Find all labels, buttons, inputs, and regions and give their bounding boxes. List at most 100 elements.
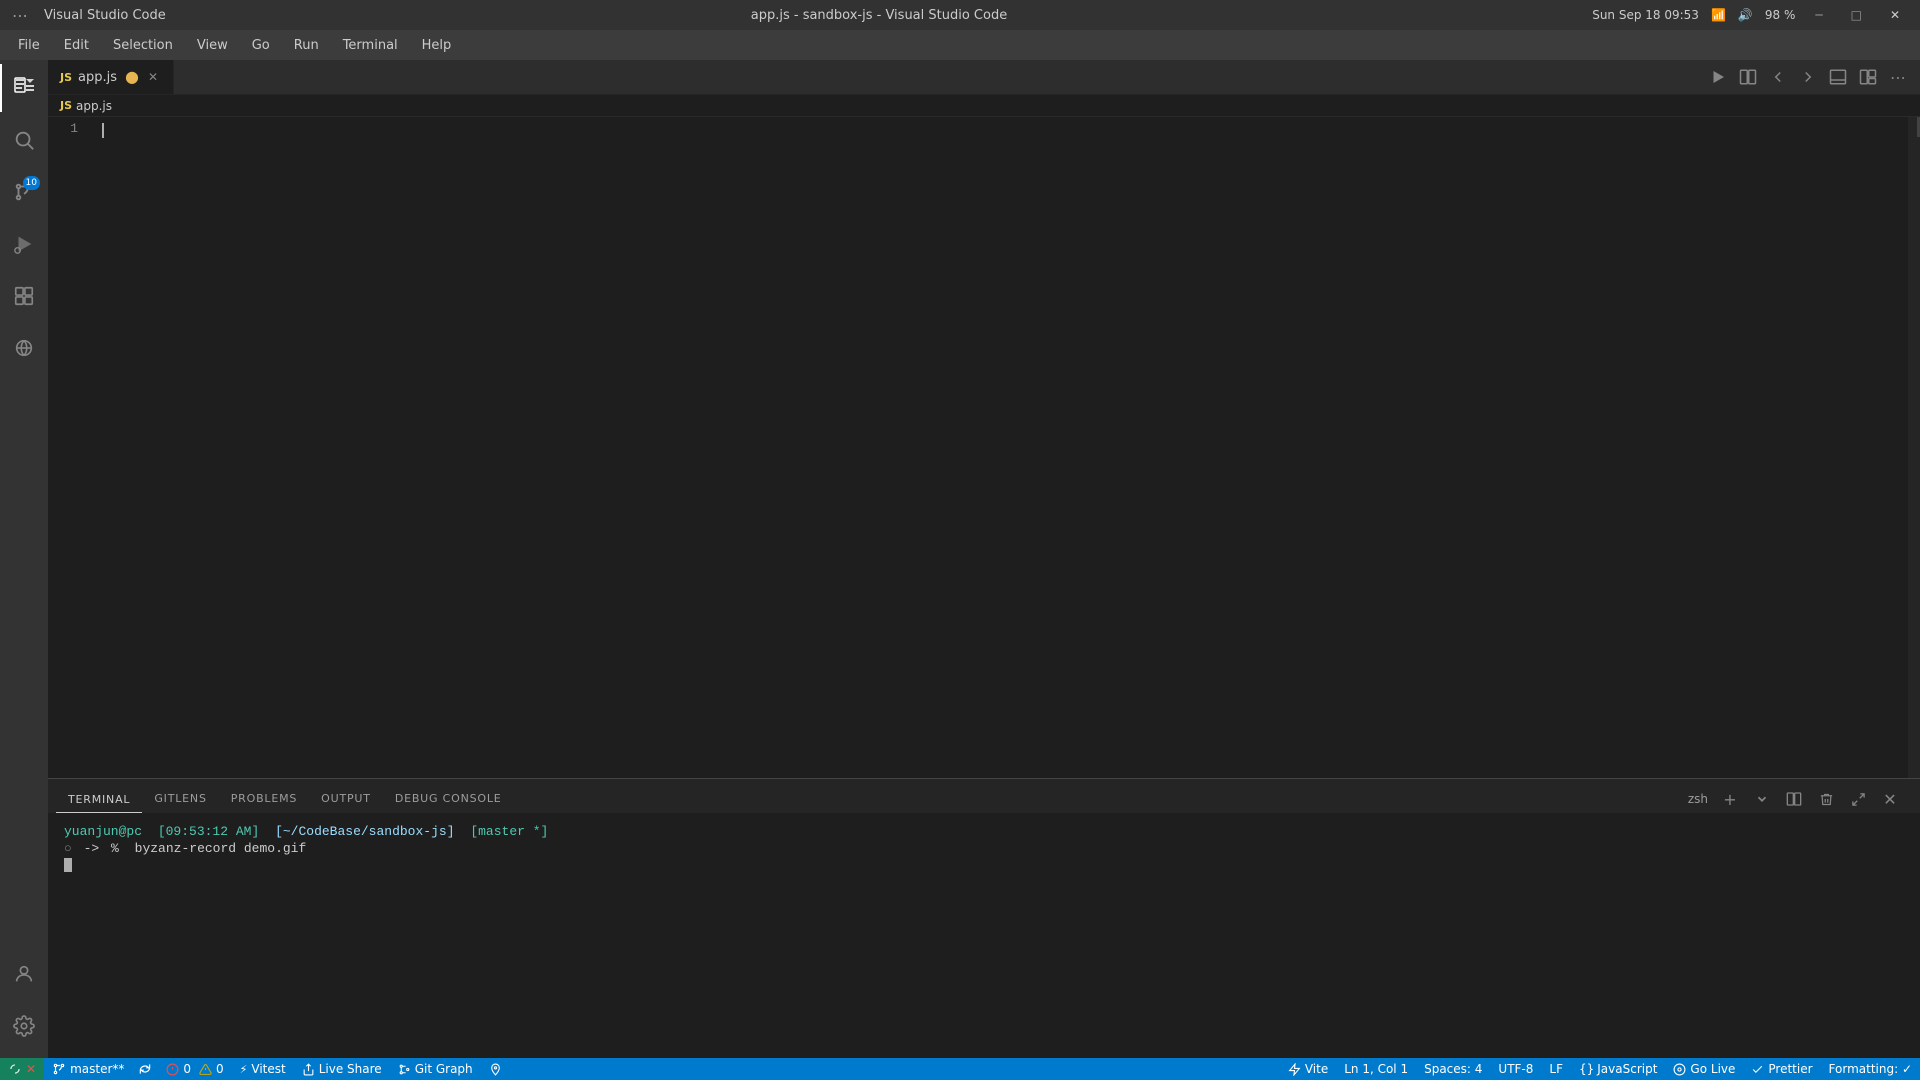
warning-icon — [199, 1063, 212, 1076]
menu-run[interactable]: Run — [284, 34, 329, 57]
menu-selection[interactable]: Selection — [103, 34, 183, 57]
status-formatting[interactable]: Formatting: ✓ — [1821, 1058, 1920, 1080]
activity-bar: 10 — [0, 60, 48, 1058]
split-editor-button[interactable] — [1734, 63, 1762, 91]
activity-bottom — [0, 950, 48, 1058]
status-errors[interactable]: 0 0 — [158, 1058, 231, 1080]
menu-bar: File Edit Selection View Go Run Terminal… — [0, 30, 1920, 60]
menu-go[interactable]: Go — [242, 34, 280, 57]
maximize-panel-button[interactable] — [1844, 785, 1872, 813]
panel-tab-terminal[interactable]: TERMINAL — [56, 787, 142, 813]
brackets-icon: {} — [1579, 1062, 1594, 1076]
split-terminal-button[interactable] — [1780, 785, 1808, 813]
prompt-space3 — [459, 824, 467, 839]
app-menu-icon[interactable]: ⋯ — [12, 6, 28, 25]
status-live-share[interactable]: Live Share — [294, 1058, 390, 1080]
layout-button[interactable] — [1854, 63, 1882, 91]
kill-terminal-button[interactable] — [1812, 785, 1840, 813]
new-terminal-button[interactable]: + — [1716, 785, 1744, 813]
activity-remote-explorer[interactable] — [0, 324, 48, 372]
code-content[interactable] — [98, 117, 1908, 778]
status-line-ending[interactable]: LF — [1541, 1058, 1571, 1080]
terminal-content[interactable]: yuanjun@pc [09:53:12 AM] [~/CodeBase/san… — [48, 814, 1920, 1058]
vite-label: Vite — [1305, 1062, 1328, 1076]
activity-extensions[interactable] — [0, 272, 48, 320]
status-encoding[interactable]: UTF-8 — [1490, 1058, 1541, 1080]
prompt-path: [~/CodeBase/sandbox-js] — [275, 824, 454, 839]
title-bar-right: Sun Sep 18 09:53 📶 🔊 98 % ─ □ ✕ — [1592, 4, 1908, 26]
editor-toolbar: ⋯ — [1696, 60, 1920, 94]
activity-settings[interactable] — [0, 1002, 48, 1050]
activity-accounts[interactable] — [0, 950, 48, 998]
status-go-live[interactable]: Go Live — [1665, 1058, 1743, 1080]
launch-profile-button[interactable] — [1748, 785, 1776, 813]
status-remote-error: ✕ — [26, 1062, 36, 1076]
breadcrumb-icon: JS — [60, 99, 72, 112]
settings-icon — [13, 1015, 35, 1037]
tab-app-js[interactable]: JS app.js ● ✕ — [48, 60, 174, 94]
line-ending-label: LF — [1549, 1062, 1563, 1076]
menu-help[interactable]: Help — [412, 34, 462, 57]
panel-tab-problems[interactable]: PROBLEMS — [219, 786, 309, 813]
forward-button[interactable] — [1794, 63, 1822, 91]
formatting-label: Formatting: ✓ — [1829, 1062, 1912, 1076]
prompt-space2 — [263, 824, 271, 839]
file-title: app.js - sandbox-js - Visual Studio Code — [751, 8, 1007, 23]
tab-list: JS app.js ● ✕ — [48, 60, 174, 94]
trash-icon — [1819, 792, 1834, 807]
status-prettier[interactable]: Prettier — [1743, 1058, 1820, 1080]
battery: 98 % — [1765, 8, 1796, 22]
panel-tab-gitlens[interactable]: GITLENS — [142, 786, 218, 813]
terminal-cursor — [64, 858, 72, 872]
prompt-circle: ○ — [64, 841, 72, 856]
spaces-label: Spaces: 4 — [1424, 1062, 1482, 1076]
status-remote[interactable]: ✕ — [0, 1058, 44, 1080]
minimize-button[interactable]: ─ — [1807, 4, 1830, 26]
status-sync[interactable] — [132, 1058, 158, 1080]
close-button[interactable]: ✕ — [1882, 4, 1908, 26]
status-spaces[interactable]: Spaces: 4 — [1416, 1058, 1490, 1080]
prompt-git: [master *] — [470, 824, 548, 839]
branch-name: master** — [70, 1062, 124, 1076]
code-editor[interactable]: 1 — [48, 117, 1920, 778]
explorer-icon — [13, 76, 37, 100]
prompt-dollar: % — [111, 841, 119, 856]
tab-label: app.js — [78, 70, 117, 85]
network-icon: 📶 — [1711, 8, 1726, 22]
panel-tabs: TERMINAL GITLENS PROBLEMS OUTPUT DEBUG C… — [48, 779, 1920, 814]
status-vitest[interactable]: ⚡ Vitest — [232, 1058, 294, 1080]
panel-tab-output[interactable]: OUTPUT — [309, 786, 383, 813]
git-graph-icon — [398, 1063, 411, 1076]
activity-run-debug[interactable] — [0, 220, 48, 268]
status-language[interactable]: {} JavaScript — [1571, 1058, 1665, 1080]
maximize-button[interactable]: □ — [1843, 4, 1870, 26]
split-icon — [1739, 68, 1757, 86]
breadcrumb-file[interactable]: app.js — [76, 99, 112, 113]
run-button[interactable] — [1704, 63, 1732, 91]
menu-file[interactable]: File — [8, 34, 50, 57]
go-live-icon — [1673, 1063, 1686, 1076]
menu-edit[interactable]: Edit — [54, 34, 99, 57]
status-port[interactable] — [481, 1058, 510, 1080]
prompt-arrow: -> — [76, 841, 107, 856]
panel-tab-debug-console[interactable]: DEBUG CONSOLE — [383, 786, 514, 813]
status-git-graph[interactable]: Git Graph — [390, 1058, 481, 1080]
tab-close-button[interactable]: ✕ — [145, 69, 161, 85]
status-position[interactable]: Ln 1, Col 1 — [1336, 1058, 1416, 1080]
live-share-icon — [302, 1063, 315, 1076]
vitest-label: Vitest — [251, 1062, 285, 1076]
remote-status-icon — [8, 1062, 22, 1076]
menu-terminal[interactable]: Terminal — [333, 34, 408, 57]
activity-search[interactable] — [0, 116, 48, 164]
chevron-down-icon — [1755, 792, 1769, 806]
status-branch[interactable]: master** — [44, 1058, 132, 1080]
prompt-time: [09:53:12 AM] — [158, 824, 259, 839]
close-panel-button[interactable]: ✕ — [1876, 785, 1904, 813]
activity-source-control[interactable]: 10 — [0, 168, 48, 216]
activity-explorer[interactable] — [0, 64, 48, 112]
status-vite[interactable]: Vite — [1280, 1058, 1336, 1080]
back-button[interactable] — [1764, 63, 1792, 91]
more-actions-button[interactable]: ⋯ — [1884, 63, 1912, 91]
toggle-panel-button[interactable] — [1824, 63, 1852, 91]
menu-view[interactable]: View — [187, 34, 238, 57]
